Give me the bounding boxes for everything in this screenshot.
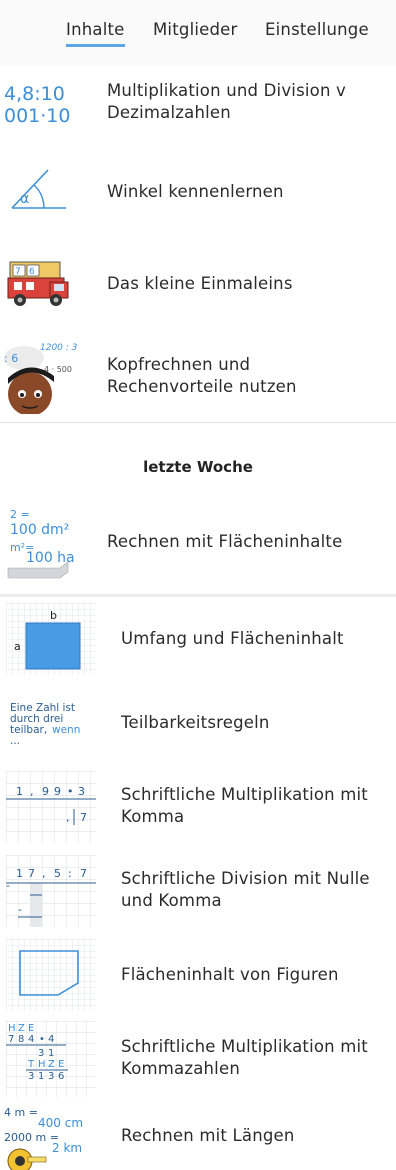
item-title: Multiplikation und Division v Dezimalzah… — [107, 81, 347, 122]
item-title: Rechnen mit Längen — [121, 1126, 295, 1145]
list-item[interactable]: α Winkel kennenlernen — [0, 146, 396, 239]
thumb-digit: 5 — [54, 867, 61, 880]
thumb-digit: 9 — [54, 785, 61, 798]
item-title: Teilbarkeitsregeln — [121, 713, 270, 732]
tab-einstellungen[interactable]: Einstellunge — [265, 20, 369, 39]
list-item[interactable]: 2 = 100 dm² m²= 100 ha Rechnen mit Fläch… — [0, 494, 396, 595]
thumb-text: 1200 : 3 — [40, 343, 78, 353]
thumbnail-divisibility: Eine Zahl ist durch drei teilbar, wenn .… — [6, 687, 96, 759]
thumb-digit: 4 — [28, 1034, 34, 1045]
thumb-digit: 6 — [58, 1071, 64, 1082]
thumb-label: a — [14, 640, 21, 653]
thumb-digit: 4 — [48, 1034, 54, 1045]
thumb-digit: 1 — [38, 1071, 44, 1082]
thumb-label: b — [50, 609, 57, 622]
thumbnail-figure-area — [6, 939, 96, 1011]
thumb-digit: T — [27, 1059, 35, 1070]
thumb-digit: , — [66, 811, 70, 824]
item-title: Umfang und Flächeninhalt — [121, 629, 344, 648]
section-heading: letzte Woche — [143, 458, 253, 476]
thumb-digit: , — [30, 785, 34, 798]
thumb-text: 4 m = — [4, 1106, 38, 1119]
thumb-digit: 7 — [80, 867, 87, 880]
thumb-digit: Z — [18, 1023, 25, 1034]
thumb-digit: : — [68, 867, 72, 880]
thumb-digit: 6 — [29, 267, 35, 277]
item-title: Schriftliche Multiplikation mit Kommazah… — [121, 1037, 368, 1078]
thumb-digit: 8 — [18, 1034, 24, 1045]
thumb-digit: - — [18, 903, 22, 916]
list-item[interactable]: 1200 : 3 : 6 4 · 500 Kopfrechnen und Rec… — [0, 330, 396, 423]
thumb-digit: 7 — [28, 867, 35, 880]
thumb-digit: 3 — [48, 1071, 54, 1082]
thumb-digit: • — [67, 785, 74, 798]
thumb-digit: Z — [48, 1059, 55, 1070]
list-item[interactable]: H Z E 7 8 4 • 4 3 1 T H Z E 3 1 3 6 Schr… — [0, 1017, 396, 1102]
tab-inhalte[interactable]: Inhalte — [66, 20, 125, 47]
thumb-digit: H — [8, 1023, 16, 1034]
thumbnail-mental-math: 1200 : 3 : 6 4 · 500 — [0, 338, 82, 414]
thumb-digit: E — [28, 1023, 34, 1034]
thumb-text: 2 = — [10, 508, 30, 521]
list-item[interactable]: b a Umfang und Flächeninhalt — [0, 597, 396, 682]
item-title: Winkel kennenlernen — [107, 182, 284, 201]
item-title: Schriftliche Division mit Nulle und Komm… — [121, 869, 370, 910]
thumb-digit: • — [39, 1034, 45, 1045]
thumb-text: 100 dm² — [10, 522, 69, 538]
thumb-digit: 1 — [48, 1048, 54, 1059]
list-item[interactable]: Eine Zahl ist durch drei teilbar, wenn .… — [0, 681, 396, 766]
thumb-text: 400 cm — [38, 1116, 83, 1130]
list-item[interactable]: 1 7 , 5 : 7 - - Schriftliche Division mi… — [0, 849, 396, 934]
thumb-text: 4,8:10 — [4, 83, 65, 105]
thumb-digit: , — [42, 867, 46, 880]
list-item[interactable]: 4 m = 400 cm 2000 m = 2 km Rechnen mit L… — [0, 1101, 396, 1170]
tab-mitglieder[interactable]: Mitglieder — [153, 20, 238, 39]
thumbnail-lengths: 4 m = 400 cm 2000 m = 2 km — [0, 1105, 96, 1170]
thumb-digit: 9 — [42, 785, 49, 798]
thumb-text: ... — [10, 735, 20, 747]
thumb-digit: 1 — [16, 785, 23, 798]
thumbnail-perimeter-area: b a — [6, 603, 96, 675]
thumb-digit: 3 — [28, 1071, 34, 1082]
thumb-digit: 7 — [15, 267, 21, 277]
list-item[interactable]: 1 , 9 9 • 3 , 7 Schriftliche Multiplikat… — [0, 765, 396, 850]
thumb-text: : 6 — [4, 352, 18, 365]
thumb-digit: 3 — [78, 785, 85, 798]
item-title: Flächeninhalt von Figuren — [121, 965, 339, 984]
thumbnail-area-units: 2 = 100 dm² m²= 100 ha — [0, 504, 82, 580]
item-title: Kopfrechnen und Rechenvorteile nutzen — [107, 355, 297, 396]
thumbnail-truck: 7 6 — [0, 248, 82, 322]
item-title: Schriftliche Multiplikation mit Komma — [121, 785, 368, 826]
thumb-digit: H — [38, 1059, 46, 1070]
thumb-digit: 7 — [8, 1034, 14, 1045]
thumbnail-written-multiplication: 1 , 9 9 • 3 , 7 — [6, 771, 96, 843]
thumb-digit: 7 — [80, 811, 87, 824]
thumb-digit: 1 — [16, 867, 23, 880]
thumb-text: 2000 m = — [4, 1131, 59, 1144]
angle-symbol: α — [20, 191, 29, 207]
thumb-digit: - — [6, 879, 10, 892]
thumb-text: 001·10 — [4, 105, 70, 127]
thumbnail-angle: α — [0, 156, 82, 230]
thumbnail-decimal-multiplication: H Z E 7 8 4 • 4 3 1 T H Z E 3 1 3 6 — [6, 1021, 96, 1097]
list-item[interactable]: Flächeninhalt von Figuren — [0, 933, 396, 1018]
thumb-text: 2 km — [52, 1141, 82, 1155]
list-item[interactable]: 4,8:10 001·10 Multiplikation und Divisio… — [0, 66, 396, 147]
thumb-digit: 3 — [38, 1048, 44, 1059]
item-title: Das kleine Einmaleins — [107, 274, 293, 293]
thumbnail-written-division: 1 7 , 5 : 7 - - — [6, 855, 96, 927]
item-title: Rechnen mit Flächeninhalte — [107, 532, 343, 551]
list-item[interactable]: 7 6 Das kleine Einmaleins — [0, 238, 396, 331]
thumb-digit: E — [58, 1059, 64, 1070]
thumbnail-decimal-division: 4,8:10 001·10 — [0, 72, 82, 142]
tab-bar: Inhalte Mitglieder Einstellunge — [0, 0, 396, 66]
thumb-text: wenn — [52, 724, 80, 736]
